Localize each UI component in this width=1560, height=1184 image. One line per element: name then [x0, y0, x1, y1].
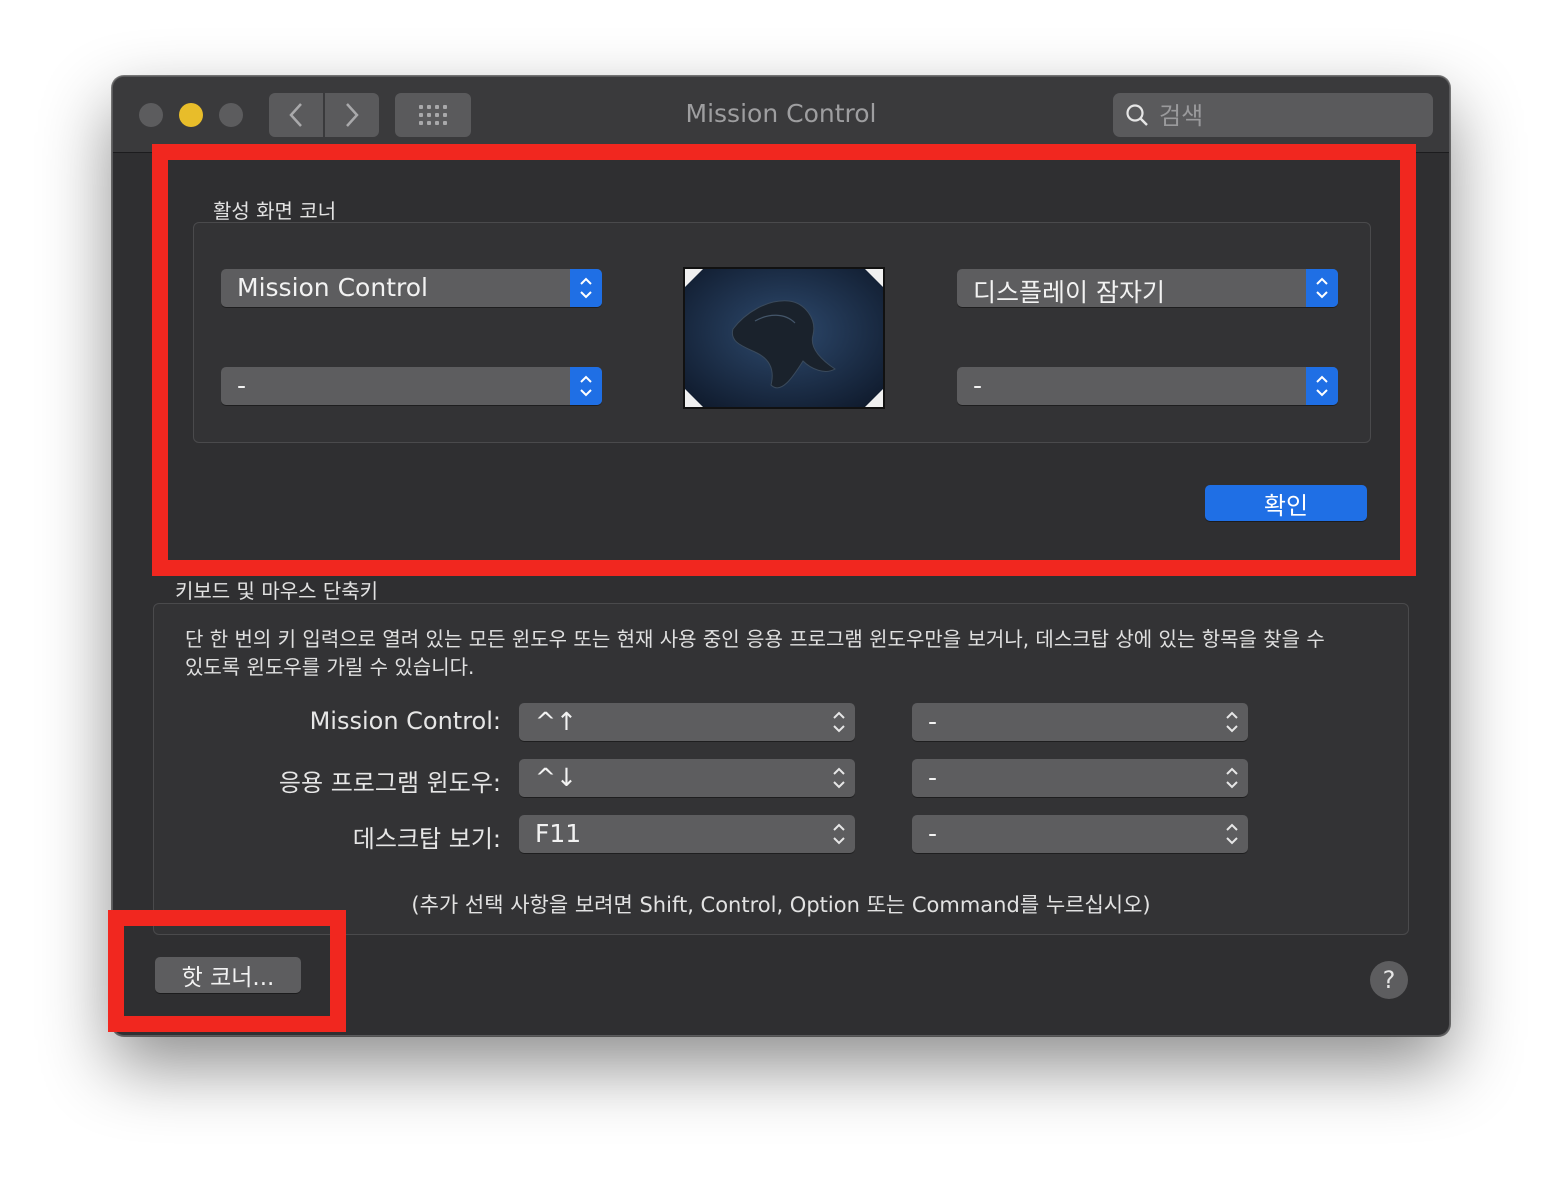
show-desktop-mouse-value: -: [928, 819, 938, 848]
mission-control-mouse-value: -: [928, 707, 938, 736]
highlight-hot-corners-panel: [152, 144, 1416, 576]
mission-control-shortcut-label: Mission Control:: [309, 707, 501, 735]
search-icon: [1126, 104, 1148, 126]
stepper-icon: [1216, 703, 1248, 741]
stepper-icon: [1216, 759, 1248, 797]
mission-control-keyboard-value: ^↑: [535, 707, 577, 736]
show-desktop-shortcut-label: 데스크탑 보기:: [352, 825, 501, 853]
show-desktop-keyboard-value: F11: [535, 819, 582, 848]
search-input[interactable]: [1157, 93, 1421, 139]
app-windows-mouse-select[interactable]: -: [912, 759, 1248, 797]
shortcuts-label: 키보드 및 마우스 단축키: [175, 579, 379, 603]
mission-control-mouse-select[interactable]: -: [912, 703, 1248, 741]
shortcuts-description: 단 한 번의 키 입력으로 열려 있는 모든 윈도우 또는 현재 사용 중인 응…: [185, 625, 1385, 681]
app-windows-keyboard-select[interactable]: ^↓: [519, 759, 855, 797]
app-windows-shortcut-label: 응용 프로그램 윈도우:: [278, 769, 501, 797]
mission-control-keyboard-select[interactable]: ^↑: [519, 703, 855, 741]
stepper-icon: [1216, 815, 1248, 853]
description-line: 있도록 윈도우를 가릴 수 있습니다.: [185, 655, 475, 679]
description-line: 단 한 번의 키 입력으로 열려 있는 모든 윈도우 또는 현재 사용 중인 응…: [185, 627, 1325, 651]
highlight-hot-corners-button: [108, 910, 346, 1032]
stepper-icon: [823, 759, 855, 797]
show-desktop-mouse-select[interactable]: -: [912, 815, 1248, 853]
app-windows-keyboard-value: ^↓: [535, 763, 577, 792]
stepper-icon: [823, 815, 855, 853]
titlebar: Mission Control: [113, 77, 1449, 153]
app-windows-mouse-value: -: [928, 763, 938, 792]
search-field[interactable]: [1113, 93, 1433, 139]
stepper-icon: [823, 703, 855, 741]
show-desktop-keyboard-select[interactable]: F11: [519, 815, 855, 853]
help-button[interactable]: ?: [1370, 961, 1408, 999]
